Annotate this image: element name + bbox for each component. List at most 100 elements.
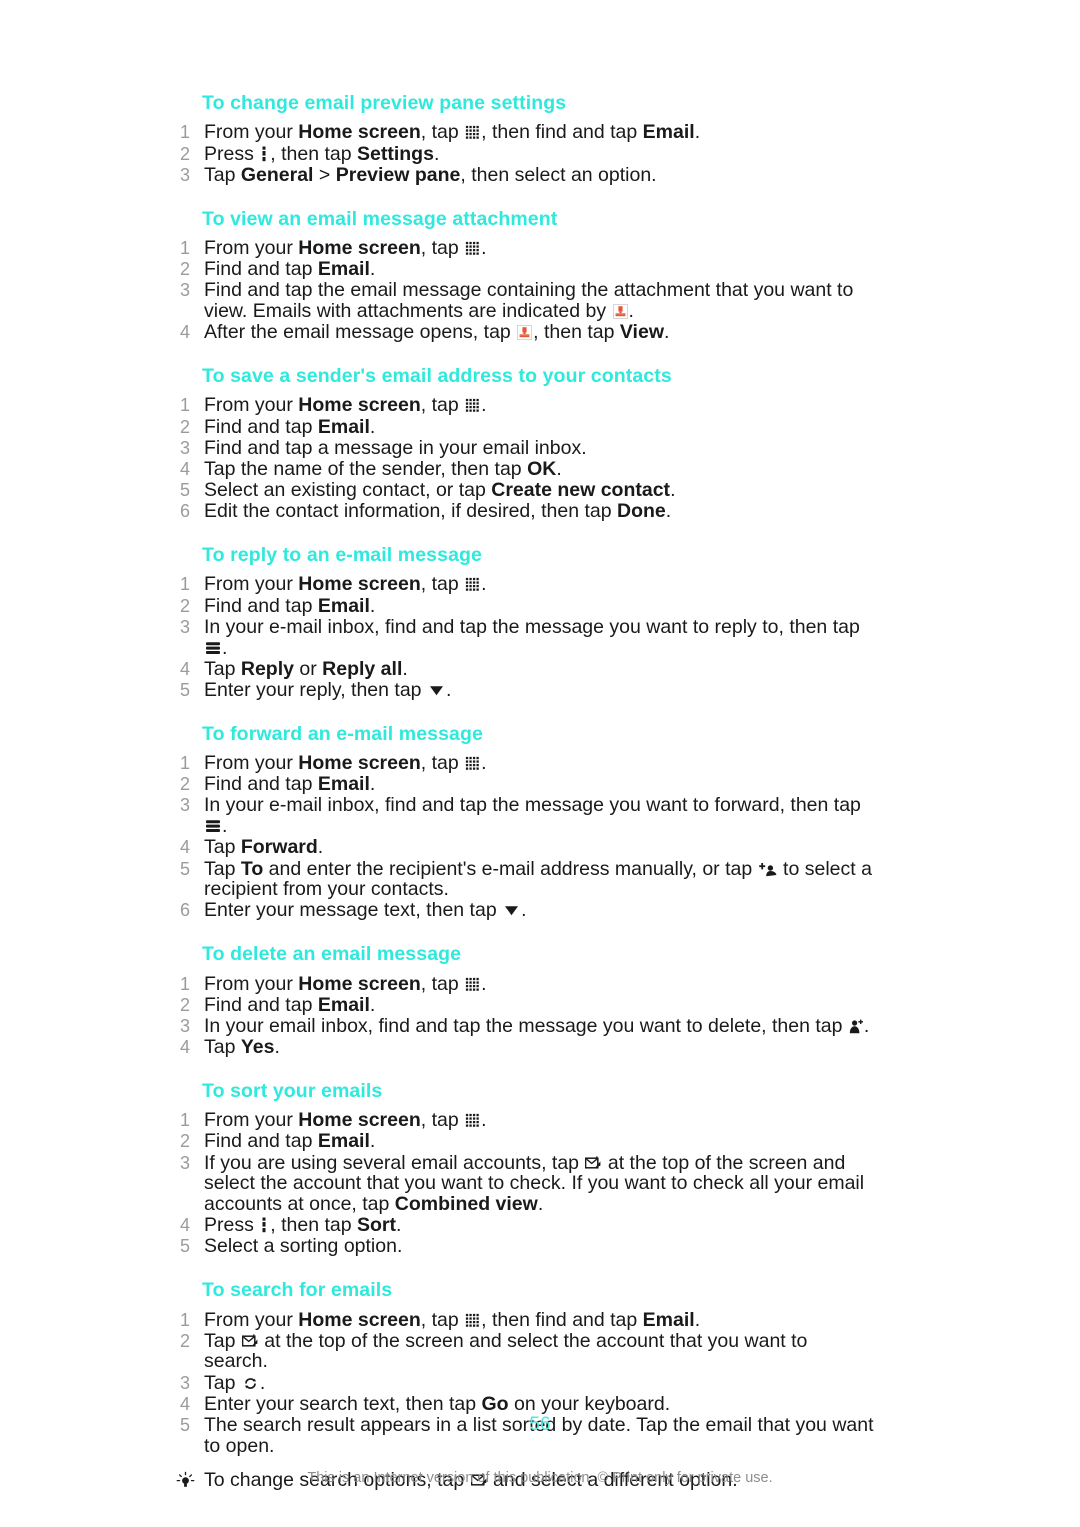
step-text: After the email message opens, tap: [204, 321, 517, 344]
app-grid-icon: [465, 577, 480, 592]
section-title: To change email preview pane settings: [202, 92, 567, 114]
step-item: In your e-mail inbox, find and tap the m…: [176, 795, 876, 836]
section-title: To view an email message attachment: [202, 207, 558, 230]
section-delete-email: To delete an email message From your Home…: [176, 943, 876, 1058]
step-item: Tap the name of the sender, then tap OK.: [176, 459, 876, 480]
step-item: From your Home screen, tap .: [176, 238, 876, 259]
section-title: To search for emails: [202, 1279, 393, 1302]
step-item: Tap .: [176, 1371, 876, 1394]
step-text: Tap: [204, 1371, 241, 1394]
step-text: .: [259, 1371, 266, 1394]
step-text: .: [369, 594, 376, 617]
step-item: Find and tap Email.: [176, 415, 876, 438]
step-text: , then tap: [270, 142, 357, 165]
step-text: .: [433, 142, 440, 165]
step-text: .: [481, 573, 487, 596]
send-icon: [504, 904, 519, 917]
emphasis-text: Email: [317, 258, 370, 281]
step-item: Find and tap a message in your email inb…: [176, 436, 876, 459]
step-text: .: [274, 1036, 280, 1059]
step-text: Tap the name of the sender, then tap: [204, 457, 528, 480]
step-item: From your Home screen, tap .: [176, 753, 876, 774]
step-item: Enter your reply, then tap .: [176, 680, 876, 701]
step-text: From your: [204, 394, 299, 417]
step-text: , tap: [420, 394, 465, 417]
step-text: Find and tap a message in your email inb…: [204, 436, 587, 459]
emphasis-text: Home screen: [298, 573, 421, 596]
emphasis-text: Email: [317, 1130, 370, 1153]
emphasis-text: Settings: [357, 142, 434, 165]
step-text: From your: [204, 573, 299, 596]
step-text: , then tap: [270, 1214, 357, 1237]
step-text: .: [481, 394, 487, 417]
step-text: In your e-mail inbox, find and tap the m…: [204, 794, 861, 817]
step-item: From your Home screen, tap .: [176, 574, 876, 595]
step-text: In your e-mail inbox, find and tap the m…: [204, 615, 860, 638]
step-item: Find and tap Email.: [176, 594, 876, 617]
page-number: 56: [529, 1414, 551, 1435]
step-item: Find and tap the email message containin…: [176, 280, 876, 321]
step-item: Find and tap Email.: [176, 259, 876, 280]
emphasis-text: General: [240, 163, 314, 186]
step-item: After the email message opens, tap , the…: [176, 322, 876, 343]
emphasis-text: Home screen: [298, 972, 421, 995]
emphasis-text: Done: [617, 500, 666, 523]
step-item: From your Home screen, tap .: [176, 972, 876, 995]
step-text: Edit the contact information, if desired…: [204, 500, 617, 523]
section-title: To reply to an e-mail message: [202, 544, 482, 567]
step-text: Tap: [204, 1329, 241, 1352]
account-selector-icon: [241, 1334, 258, 1348]
emphasis-text: Home screen: [298, 1308, 421, 1331]
emphasis-text: Home screen: [298, 1109, 421, 1132]
emphasis-text: To: [240, 857, 264, 880]
step-text: Find and tap the email message containin…: [204, 279, 854, 322]
section-forward-email: To forward an e-mail message From your Ho…: [176, 723, 876, 922]
step-text: .: [481, 972, 487, 995]
step-text: Select a sorting option.: [204, 1235, 403, 1258]
step-text: In your email inbox, find and tap the me…: [204, 1014, 848, 1037]
step-text: at the top of the screen and select the …: [204, 1329, 808, 1373]
step-text: Find and tap: [204, 594, 318, 617]
step-text: and enter the recipient's e-mail address…: [263, 857, 758, 880]
step-text: .: [665, 500, 672, 523]
step-item: From your Home screen, tap , then find a…: [176, 122, 876, 143]
emphasis-text: Email: [642, 121, 695, 144]
app-grid-icon: [465, 1113, 480, 1128]
step-text: , tap: [420, 752, 465, 775]
step-text: Find and tap: [204, 415, 318, 438]
step-text: Tap: [204, 163, 241, 186]
step-text: Find and tap: [204, 1130, 318, 1153]
step-text: .: [670, 479, 676, 502]
step-text: .: [445, 678, 452, 701]
emphasis-text: Combined view: [394, 1193, 538, 1216]
step-item: Tap Reply or Reply all.: [176, 657, 876, 680]
step-item: Edit the contact information, if desired…: [176, 501, 876, 522]
step-item: From your Home screen, tap , then find a…: [176, 1308, 876, 1331]
section-sort-emails: To sort your emails From your Home screen…: [176, 1080, 876, 1257]
step-list: From your Home screen, tap . Find and tap…: [176, 972, 876, 1059]
document-content: To change email preview pane settings Fro…: [176, 92, 876, 1514]
step-item: Tap General > Preview pane, then select …: [176, 163, 876, 186]
step-text: .: [628, 300, 634, 322]
step-item: Find and tap Email.: [176, 774, 876, 795]
step-item: Find and tap Email.: [176, 994, 876, 1016]
step-item: Find and tap Email.: [176, 1131, 876, 1152]
step-item: Press , then tap Sort.: [176, 1215, 876, 1236]
step-text: Select an existing contact, or tap: [204, 479, 492, 502]
emphasis-text: Create new contact: [491, 479, 671, 502]
step-list: From your Home screen, tap . Find and tap…: [176, 1110, 876, 1257]
app-grid-icon: [465, 756, 480, 771]
step-text: , tap: [420, 972, 465, 995]
step-text: .: [369, 415, 376, 438]
step-text: Tap: [204, 657, 241, 680]
app-grid-icon: [465, 241, 480, 256]
step-text: .: [481, 236, 487, 259]
step-text: , tap: [420, 1109, 465, 1132]
step-text: , tap: [420, 1308, 465, 1331]
step-text: , tap: [420, 121, 465, 144]
step-item: Enter your search text, then tap Go on y…: [176, 1394, 876, 1415]
emphasis-text: Home screen: [298, 121, 421, 144]
step-text: From your: [204, 236, 299, 259]
emphasis-text: Email: [642, 1308, 695, 1331]
step-text: .: [402, 657, 408, 680]
